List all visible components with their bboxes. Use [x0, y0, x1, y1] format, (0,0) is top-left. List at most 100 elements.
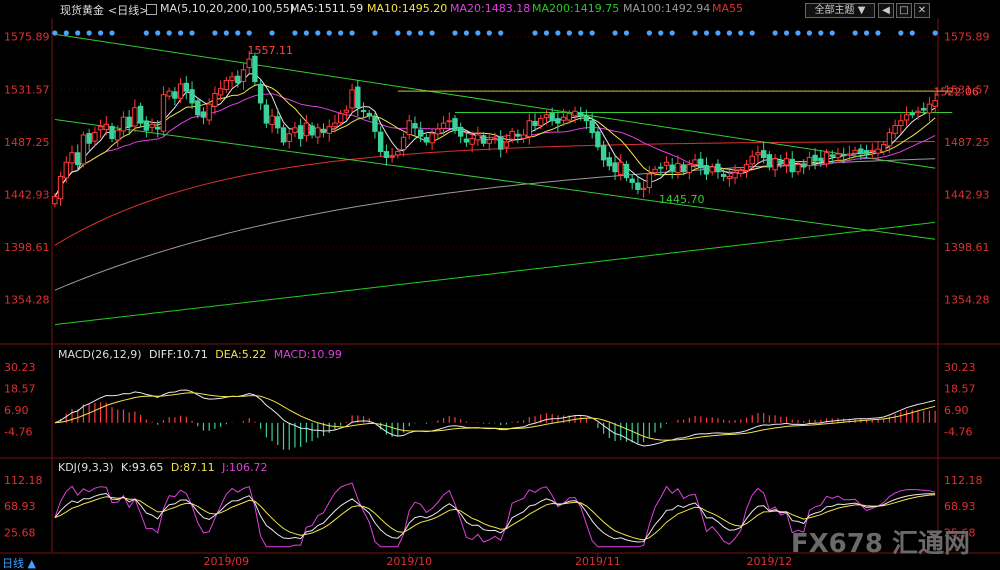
- candle-body: [675, 162, 681, 174]
- kdj-tick-left: 68.93: [4, 500, 36, 513]
- candle-body: [772, 158, 778, 171]
- candle-body: [583, 116, 590, 122]
- macd-tick-left: 18.57: [4, 382, 36, 395]
- chart-canvas[interactable]: 1575.89 1575.891531.57 1531.571487.25 1487.…: [0, 0, 1000, 570]
- candle-body: [840, 154, 847, 157]
- ma55-line: [54, 141, 936, 246]
- candle-body: [606, 157, 613, 167]
- event-dot: [852, 30, 858, 36]
- candle-body: [852, 149, 858, 154]
- ma200-line: [54, 221, 936, 326]
- candle-body: [383, 151, 390, 158]
- candle-body: [417, 129, 424, 137]
- event-dot: [738, 30, 744, 36]
- candle-body: [80, 134, 87, 165]
- candle-body: [263, 104, 270, 124]
- candle-body: [903, 114, 910, 121]
- period-tab[interactable]: 日线 ▲: [2, 555, 36, 570]
- candle-body: [560, 116, 567, 121]
- event-dot: [143, 30, 149, 36]
- candle-body: [646, 173, 653, 189]
- macd-tick-right: 18.57: [944, 382, 976, 395]
- price-tick-left: 1354.28: [4, 293, 50, 306]
- candle-body: [343, 109, 350, 113]
- event-dot: [212, 30, 218, 36]
- candle-body: [435, 128, 441, 135]
- candle-body: [869, 149, 875, 152]
- kdj-title: KDJ(9,3,3): [58, 461, 114, 474]
- event-dot: [932, 30, 938, 36]
- event-dot: [463, 30, 470, 36]
- candle-body: [212, 92, 218, 107]
- event-dot: [475, 30, 481, 36]
- candle-body: [183, 82, 190, 92]
- candle-body: [412, 123, 418, 129]
- candle-body: [446, 120, 452, 123]
- kdj-tick-right: 112.18: [944, 474, 983, 487]
- event-dot: [749, 30, 755, 36]
- candle-body: [137, 105, 144, 124]
- candle-body: [898, 120, 904, 126]
- candle-body: [52, 196, 58, 205]
- candle-body: [760, 150, 767, 158]
- candle-body: [337, 113, 344, 123]
- candle-body: [377, 131, 384, 153]
- candle-body: [177, 83, 184, 99]
- candle-body: [778, 160, 784, 164]
- event-dot: [566, 30, 572, 36]
- price-tick-left: 1531.57: [4, 83, 50, 96]
- macd-value: MACD:10.99: [273, 348, 342, 361]
- candle-body: [429, 133, 435, 144]
- candle-body: [680, 164, 687, 173]
- candle-body: [75, 152, 81, 166]
- candle-body: [863, 150, 870, 155]
- candle-body: [595, 131, 601, 148]
- candle-body: [658, 166, 664, 169]
- candle-body: [572, 110, 578, 117]
- candle-body: [297, 125, 304, 140]
- candle-body: [812, 154, 818, 162]
- macd-diff-line: [54, 389, 936, 447]
- event-dot: [372, 30, 378, 36]
- candle-body: [280, 127, 287, 143]
- event-dot: [703, 30, 710, 36]
- candle-body: [269, 115, 275, 126]
- candle-body: [652, 168, 658, 174]
- candle-body: [892, 124, 898, 134]
- candle-body: [332, 122, 338, 128]
- candle-body: [195, 100, 201, 116]
- event-dot: [818, 30, 824, 36]
- candle-body: [509, 130, 515, 140]
- candle-body: [355, 86, 361, 109]
- candle-body: [909, 112, 915, 116]
- candle-body: [309, 125, 315, 136]
- candle-body: [612, 162, 618, 173]
- candle-body: [600, 144, 607, 161]
- event-dot: [772, 30, 778, 36]
- candle-body: [292, 127, 298, 133]
- candle-body: [846, 153, 853, 156]
- candle-body: [92, 132, 98, 142]
- candle-body: [618, 161, 624, 176]
- event-dot: [223, 30, 229, 36]
- candle-body: [69, 152, 75, 164]
- candle-body: [458, 126, 464, 137]
- candle-body: [229, 76, 235, 81]
- candle-body: [275, 116, 281, 129]
- candle-body: [829, 154, 835, 157]
- candle-body: [543, 114, 550, 119]
- candle-body: [423, 137, 430, 143]
- date-label: 2019/10: [386, 555, 432, 568]
- macd-dea-line: [54, 392, 936, 441]
- candle-body: [566, 113, 573, 121]
- candle-body: [709, 166, 715, 173]
- event-dot: [395, 30, 401, 36]
- candle-body: [246, 58, 252, 69]
- candle-body: [818, 157, 824, 162]
- candle-body: [109, 125, 115, 140]
- event-dot: [418, 30, 424, 36]
- candle-body: [732, 172, 738, 179]
- event-dot: [909, 30, 915, 36]
- event-dot: [246, 30, 252, 36]
- price-annotation: 1445.70: [659, 193, 705, 206]
